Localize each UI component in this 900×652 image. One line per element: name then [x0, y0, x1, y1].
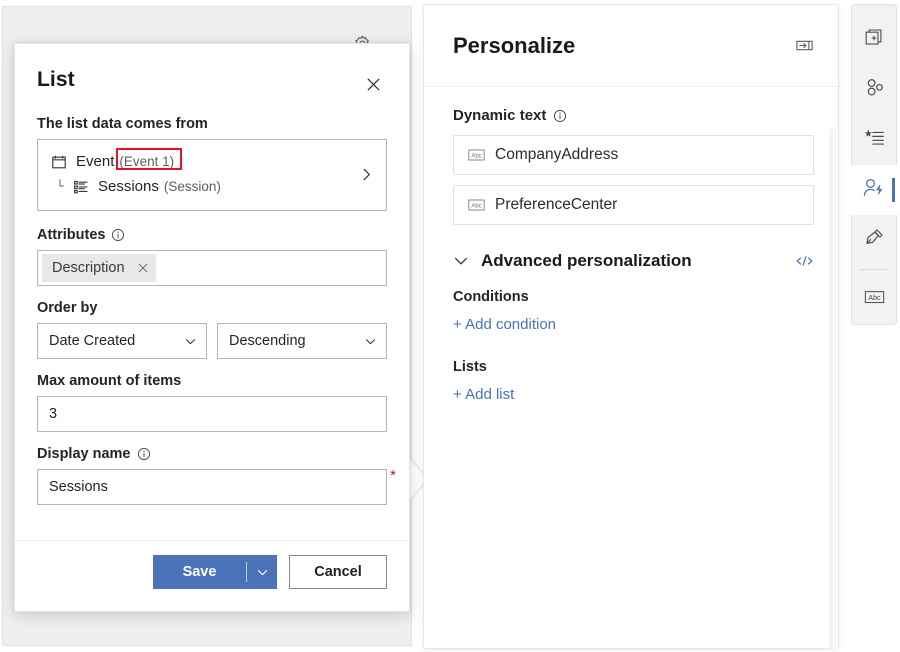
- dynamic-text-item[interactable]: Abc PreferenceCenter: [453, 185, 814, 225]
- dialog-header: List: [15, 44, 409, 104]
- max-items-label-text: Max amount of items: [37, 373, 181, 389]
- dynamic-text-item-label: CompanyAddress: [495, 146, 618, 164]
- tool-rail: Abc: [851, 4, 897, 325]
- save-button-label: Save: [153, 564, 246, 580]
- data-source-child-name: Sessions: [98, 177, 159, 197]
- max-items-label: Max amount of items: [37, 373, 387, 389]
- dynamic-text-item[interactable]: Abc CompanyAddress: [453, 135, 814, 175]
- save-button[interactable]: Save: [153, 555, 277, 589]
- dynamic-text-label-text: Dynamic text: [453, 107, 546, 124]
- dynamic-text-label: Dynamic text: [453, 107, 814, 124]
- chevron-right-icon[interactable]: [359, 167, 374, 182]
- app-root: List The list data comes from: [0, 0, 900, 652]
- order-by-label: Order by: [37, 300, 387, 316]
- panel-collapse-icon[interactable]: [795, 36, 814, 55]
- source-label-text: The list data comes from: [37, 116, 208, 132]
- max-items-value: 3: [49, 406, 57, 422]
- chevron-down-icon: [184, 335, 197, 348]
- chevron-down-icon[interactable]: [247, 566, 277, 579]
- personalize-scrollbar[interactable]: [830, 129, 837, 649]
- info-icon[interactable]: [111, 228, 125, 242]
- required-marker: *: [390, 469, 396, 483]
- attributes-label: Attributes: [37, 227, 387, 243]
- rail-item-text[interactable]: Abc: [851, 274, 897, 324]
- info-icon[interactable]: [553, 109, 567, 123]
- data-source-picker[interactable]: Event (Event 1) └: [37, 139, 387, 211]
- personalize-title: Personalize: [453, 33, 575, 59]
- personalize-panel: Personalize Dynamic text: [423, 4, 839, 649]
- rail-item-saved-blocks[interactable]: [851, 115, 897, 165]
- person-personalize-icon: [863, 177, 885, 203]
- dialog-footer: Save Cancel: [15, 540, 409, 611]
- order-by-field-select[interactable]: Date Created: [37, 323, 207, 359]
- order-by-direction-value: Descending: [229, 333, 306, 349]
- attributes-input[interactable]: Description: [37, 250, 387, 286]
- data-source-parent-row: Event (Event 1): [50, 152, 359, 172]
- cancel-button-label: Cancel: [314, 564, 362, 580]
- tree-elbow: └: [56, 177, 70, 197]
- display-name-label-text: Display name: [37, 446, 131, 462]
- display-name-wrapper: Sessions *: [37, 469, 387, 505]
- close-icon[interactable]: [359, 70, 387, 98]
- order-by-row: Date Created Descending: [37, 323, 387, 359]
- star-list-icon: [864, 128, 885, 153]
- attribute-chip[interactable]: Description: [42, 254, 156, 282]
- order-by-field-value: Date Created: [49, 333, 135, 349]
- list-dialog: List The list data comes from: [14, 43, 410, 612]
- personalize-header: Personalize: [424, 5, 838, 87]
- svg-text:Abc: Abc: [471, 153, 481, 159]
- personalize-body: Dynamic text Abc CompanyAddress: [424, 87, 838, 648]
- data-source-lines: Event (Event 1) └: [50, 152, 359, 197]
- conditions-label: Conditions: [453, 289, 814, 305]
- advanced-personalization-header: Advanced personalization: [453, 251, 814, 271]
- display-name-label: Display name: [37, 446, 387, 462]
- source-label: The list data comes from: [37, 116, 387, 132]
- dialog-body: The list data comes from Event (Event 1): [15, 104, 409, 540]
- data-source-parent-name: Event: [76, 152, 114, 172]
- order-by-label-text: Order by: [37, 300, 97, 316]
- max-items-input[interactable]: 3: [37, 396, 387, 432]
- display-name-input[interactable]: Sessions: [37, 469, 387, 505]
- cancel-button[interactable]: Cancel: [289, 555, 387, 589]
- info-icon[interactable]: [137, 447, 151, 461]
- add-list-link[interactable]: + Add list: [453, 386, 514, 403]
- add-condition-link[interactable]: + Add condition: [453, 316, 556, 333]
- rail-item-add-element[interactable]: [851, 15, 897, 65]
- chevron-down-icon[interactable]: [453, 253, 469, 269]
- abc-text-icon: Abc: [864, 289, 885, 310]
- paintbrush-icon: [864, 227, 885, 253]
- chevron-down-icon: [364, 335, 377, 348]
- dialog-title: List: [37, 68, 75, 92]
- abc-text-icon: Abc: [468, 148, 485, 162]
- display-name-value: Sessions: [49, 479, 108, 495]
- calendar-icon: [50, 153, 68, 171]
- shapes-cluster-icon: [864, 77, 885, 103]
- code-icon[interactable]: [795, 253, 814, 269]
- data-source-child-qualifier: (Session): [164, 177, 221, 197]
- abc-text-icon: Abc: [468, 198, 485, 212]
- attribute-chip-label: Description: [52, 260, 125, 276]
- svg-text:Abc: Abc: [471, 203, 481, 209]
- list-icon: [72, 178, 90, 196]
- advanced-personalization-toggle[interactable]: Advanced personalization: [453, 251, 692, 271]
- svg-text:Abc: Abc: [868, 295, 881, 302]
- data-source-parent-qualifier: (Event 1): [119, 152, 174, 172]
- order-by-direction-select[interactable]: Descending: [217, 323, 387, 359]
- add-square-icon: [864, 28, 884, 53]
- lists-label: Lists: [453, 359, 814, 375]
- rail-item-elements[interactable]: [851, 65, 897, 115]
- data-source-child-row: └ Sessions (Session): [50, 177, 359, 197]
- rail-item-personalize[interactable]: [851, 165, 897, 215]
- attributes-label-text: Attributes: [37, 227, 105, 243]
- dynamic-text-item-label: PreferenceCenter: [495, 196, 617, 214]
- advanced-personalization-title: Advanced personalization: [481, 251, 692, 271]
- close-icon[interactable]: [137, 262, 149, 274]
- rail-item-styles[interactable]: [851, 215, 897, 265]
- rail-divider: [860, 269, 888, 270]
